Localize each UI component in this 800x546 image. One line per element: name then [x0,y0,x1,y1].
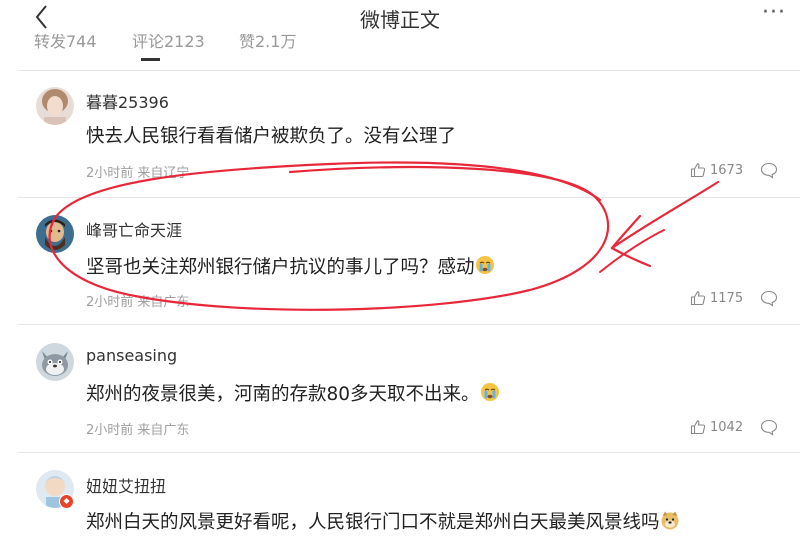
avatar[interactable] [36,87,74,125]
comment-text-content: 郑州的夜景很美，河南的存款80多天取不出来。 [86,384,480,405]
avatar[interactable] [36,343,74,381]
thumbs-up-icon [690,420,706,435]
comment-username[interactable]: 妞妞艾扭扭 [86,473,166,497]
tab-comments[interactable]: 评论2123 [132,34,205,52]
thumbs-up-icon [690,163,706,178]
crying-face-icon [480,382,500,407]
comment-meta: 2小时前 来自辽宁 [86,166,190,181]
more-options-icon[interactable]: ··· [762,0,786,25]
like-count: 1042 [710,419,744,435]
reply-bubble-icon[interactable] [760,290,778,307]
like-count: 1175 [710,290,744,306]
crying-face-icon [475,255,495,280]
comment-text-content: 郑州白天的风景更好看呢，人民银行门口不就是郑州白天最美风景线吗 [86,512,660,533]
comment-text: 快去人民银行看看储户被欺负了。没有公理了 [86,126,457,147]
comment-divider [18,452,800,453]
like-button[interactable]: 1673 [690,162,743,178]
page-title: 微博正文 [360,8,440,32]
comment-text: 郑州的夜景很美，河南的存款80多天取不出来。 [86,380,500,407]
comment-meta: 2小时前 来自广东 [86,423,190,438]
tab-reposts[interactable]: 转发744 [34,34,97,52]
tab-divider [18,70,800,71]
comment-username[interactable]: 暮暮25396 [86,89,169,113]
comment-username[interactable]: 峰哥亡命天涯 [86,217,182,241]
like-button[interactable]: 1042 [690,419,743,435]
comment-divider [18,197,800,198]
like-button[interactable]: 1175 [690,290,743,306]
comment-text: 坚哥也关注郑州银行储户抗议的事儿了吗？感动 [86,253,495,280]
doge-face-icon [660,510,680,535]
active-tab-indicator [141,58,160,61]
tab-likes[interactable]: 赞2.1万 [239,34,296,52]
avatar[interactable] [36,215,74,253]
reply-bubble-icon[interactable] [760,419,778,436]
like-count: 1673 [710,162,744,178]
tab-bar: 转发744 评论2123 赞2.1万 [34,34,434,62]
comment-divider [18,324,800,325]
comment-username[interactable]: panseasing [86,346,177,365]
comment-text-content: 坚哥也关注郑州银行储户抗议的事儿了吗？感动 [86,257,475,278]
top-bar: 微博正文 ··· [0,0,800,36]
verified-badge-icon [59,494,74,509]
comment-meta: 2小时前 来自广东 [86,295,190,310]
thumbs-up-icon [690,291,706,306]
reply-bubble-icon[interactable] [760,162,778,179]
comment-text: 郑州白天的风景更好看呢，人民银行门口不就是郑州白天最美风景线吗 [86,508,680,535]
